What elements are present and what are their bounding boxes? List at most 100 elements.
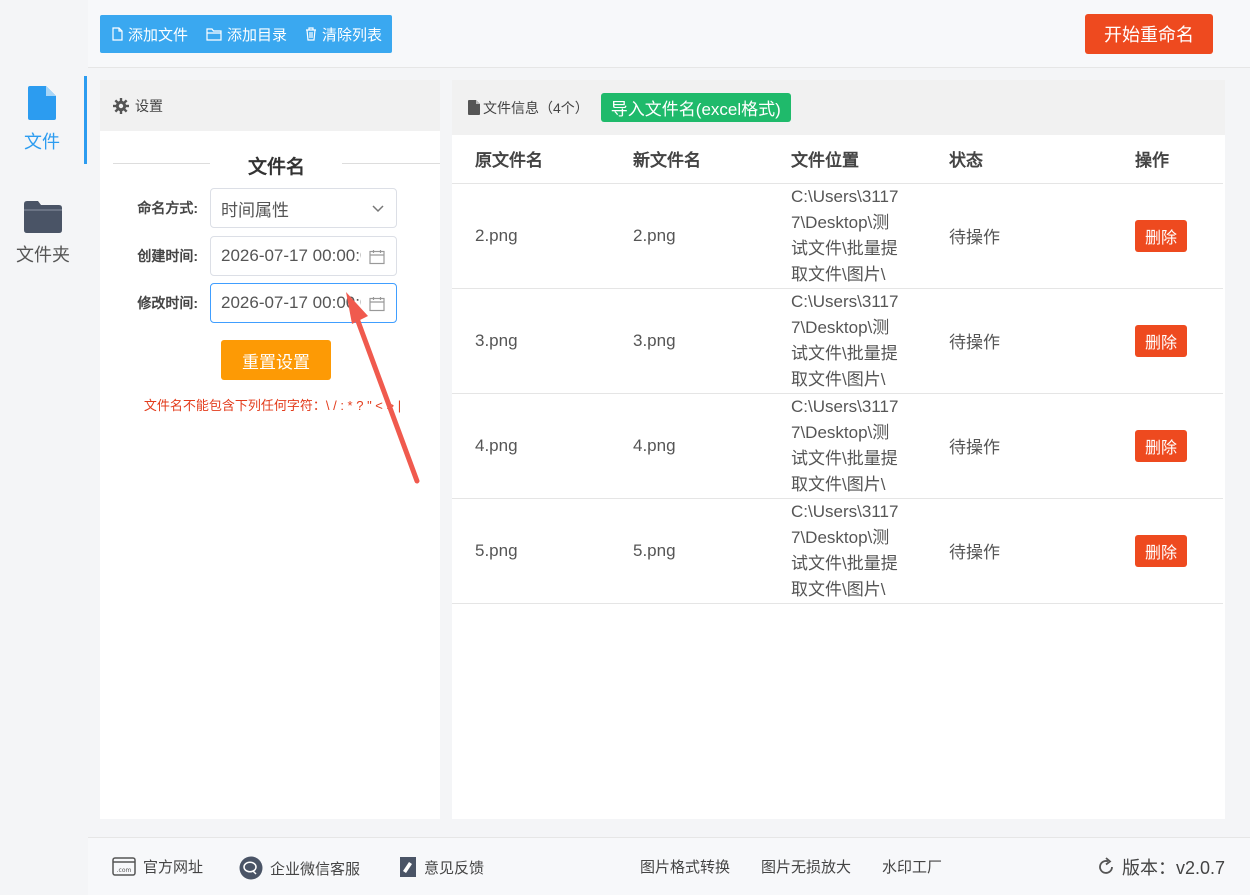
version-info: 版本：v2.0.7 <box>1096 854 1225 880</box>
website-icon: .com <box>112 856 136 876</box>
column-location: 文件位置 <box>791 135 949 184</box>
column-status: 状态 <box>949 135 1135 184</box>
delete-button[interactable]: 删除 <box>1135 534 1188 567</box>
settings-panel: 设置 文件名 命名方式: 时间属性 创建时间: 2026-07-17 00:00… <box>100 80 440 819</box>
table-header-row: 原文件名 新文件名 文件位置 状态 操作 <box>452 135 1223 184</box>
delete-button[interactable]: 删除 <box>1135 219 1188 252</box>
naming-method-select[interactable]: 时间属性 <box>210 188 397 228</box>
file-info-panel: 文件信息（4个） 导入文件名(excel格式) 原文件名 新文件名 文件位置 状… <box>452 80 1225 819</box>
format-convert-link[interactable]: 图片格式转换 <box>640 856 730 877</box>
lossless-enlarge-link[interactable]: 图片无损放大 <box>761 856 851 877</box>
location-line: 7\Desktop\测 <box>791 422 890 442</box>
add-directory-button[interactable]: 添加目录 <box>206 24 287 45</box>
left-nav: 文件 文件夹 <box>0 0 88 895</box>
add-file-label: 添加文件 <box>128 26 189 44</box>
wechat-support-link[interactable]: 企业微信客服 <box>239 856 360 880</box>
wechat-support-label: 企业微信客服 <box>270 860 361 878</box>
reset-settings-button[interactable]: 重置设置 <box>221 340 331 380</box>
nav-item-folder-label: 文件夹 <box>16 245 70 265</box>
calendar-icon <box>369 250 385 265</box>
location-line: 取文件\图片\ <box>791 474 886 494</box>
file-info-header: 文件信息（4个） 导入文件名(excel格式) <box>452 80 1225 135</box>
table-row: 5.png 5.png C:\Users\3117 7\Desktop\测 试文件\批量… <box>452 498 1223 604</box>
feedback-icon <box>400 857 416 877</box>
watermark-factory-link[interactable]: 水印工厂 <box>882 856 942 877</box>
file-outline-icon <box>112 27 123 41</box>
location-line: 7\Desktop\测 <box>791 317 890 337</box>
modified-time-row: 修改时间: 2026-07-17 00:00:00 <box>100 283 440 323</box>
location-line: 试文件\批量提 <box>791 343 898 363</box>
delete-button[interactable]: 删除 <box>1135 324 1188 357</box>
created-time-input[interactable]: 2026-07-17 00:00:00 <box>210 236 397 276</box>
location-line: 7\Desktop\测 <box>791 212 890 232</box>
status-cell: 待操作 <box>949 288 1135 394</box>
table-row: 2.png 2.png C:\Users\3117 7\Desktop\测 试文件\批量… <box>452 183 1223 289</box>
import-excel-button[interactable]: 导入文件名(excel格式) <box>600 93 791 122</box>
file-table: 原文件名 新文件名 文件位置 状态 操作 2.png 2.png C:\Users\… <box>452 135 1223 604</box>
action-cell: 删除 <box>1135 393 1223 499</box>
created-time-label: 创建时间: <box>137 248 198 264</box>
location-cell: C:\Users\3117 7\Desktop\测 试文件\批量提 取文件\图片\ <box>791 393 949 499</box>
feedback-link[interactable]: 意见反馈 <box>399 856 484 878</box>
naming-method-label: 命名方式: <box>137 200 198 216</box>
settings-header: 设置 <box>100 80 440 131</box>
location-line: C:\Users\3117 <box>791 396 899 416</box>
new-name-cell: 5.png <box>633 498 791 604</box>
modified-time-value: 2026-07-17 00:00:00 <box>221 293 361 312</box>
add-file-button[interactable]: 添加文件 <box>112 24 188 45</box>
action-cell: 删除 <box>1135 288 1223 394</box>
location-line: 试文件\批量提 <box>791 553 898 573</box>
official-website-link[interactable]: .com 官方网址 <box>112 856 203 877</box>
folder-outline-icon <box>206 27 222 41</box>
folder-icon <box>24 201 62 233</box>
location-line: 试文件\批量提 <box>791 238 898 258</box>
location-cell: C:\Users\3117 7\Desktop\测 试文件\批量提 取文件\图片\ <box>791 183 949 289</box>
footer: .com 官方网址 企业微信客服 意见反馈 图片格式转换 图片无损放大 水印工厂… <box>88 837 1250 895</box>
filename-section-title: 文件名 <box>100 149 440 191</box>
toolbar-button-group: 添加文件 添加目录 清除列表 <box>100 15 393 53</box>
modified-time-input[interactable]: 2026-07-17 00:00:00 <box>210 283 397 323</box>
original-name-cell: 3.png <box>452 288 633 394</box>
nav-item-file-label: 文件 <box>24 132 60 152</box>
status-cell: 待操作 <box>949 183 1135 289</box>
nav-item-file[interactable]: 文件 <box>0 76 87 164</box>
start-rename-button[interactable]: 开始重命名 <box>1085 14 1213 54</box>
table-row: 3.png 3.png C:\Users\3117 7\Desktop\测 试文件\批量… <box>452 288 1223 394</box>
nav-item-folder[interactable]: 文件夹 <box>0 190 86 278</box>
toolbar: 添加文件 添加目录 清除列表 开始重命名 <box>88 0 1250 68</box>
original-name-cell: 5.png <box>452 498 633 604</box>
table-row: 4.png 4.png C:\Users\3117 7\Desktop\测 试文件\批量… <box>452 393 1223 499</box>
status-cell: 待操作 <box>949 498 1135 604</box>
new-name-cell: 2.png <box>633 183 791 289</box>
original-name-cell: 4.png <box>452 393 633 499</box>
location-line: 取文件\图片\ <box>791 369 886 389</box>
document-icon <box>468 100 480 115</box>
created-time-value: 2026-07-17 00:00:00 <box>221 246 361 265</box>
clear-list-button[interactable]: 清除列表 <box>305 24 382 45</box>
location-line: 取文件\图片\ <box>791 264 886 284</box>
column-action: 操作 <box>1135 135 1223 184</box>
column-original-name: 原文件名 <box>452 135 633 184</box>
modified-time-label: 修改时间: <box>137 295 198 311</box>
location-line: C:\Users\3117 <box>791 291 899 311</box>
delete-button[interactable]: 删除 <box>1135 429 1188 462</box>
clear-list-label: 清除列表 <box>322 26 383 44</box>
trash-icon <box>306 27 317 41</box>
calendar-icon <box>369 297 385 312</box>
location-cell: C:\Users\3117 7\Desktop\测 试文件\批量提 取文件\图片\ <box>791 498 949 604</box>
wechat-icon <box>239 856 263 880</box>
chevron-down-icon <box>372 205 384 213</box>
original-name-cell: 2.png <box>452 183 633 289</box>
column-new-name: 新文件名 <box>633 135 791 184</box>
new-name-cell: 3.png <box>633 288 791 394</box>
refresh-icon <box>1099 857 1113 874</box>
created-time-row: 创建时间: 2026-07-17 00:00:00 <box>100 236 440 276</box>
location-cell: C:\Users\3117 7\Desktop\测 试文件\批量提 取文件\图片\ <box>791 288 949 394</box>
add-directory-label: 添加目录 <box>227 26 288 44</box>
action-cell: 删除 <box>1135 183 1223 289</box>
action-cell: 删除 <box>1135 498 1223 604</box>
location-line: 取文件\图片\ <box>791 579 886 599</box>
settings-title: 设置 <box>135 97 163 114</box>
file-info-title: 文件信息（4个） <box>483 99 589 116</box>
gear-icon <box>113 97 129 114</box>
